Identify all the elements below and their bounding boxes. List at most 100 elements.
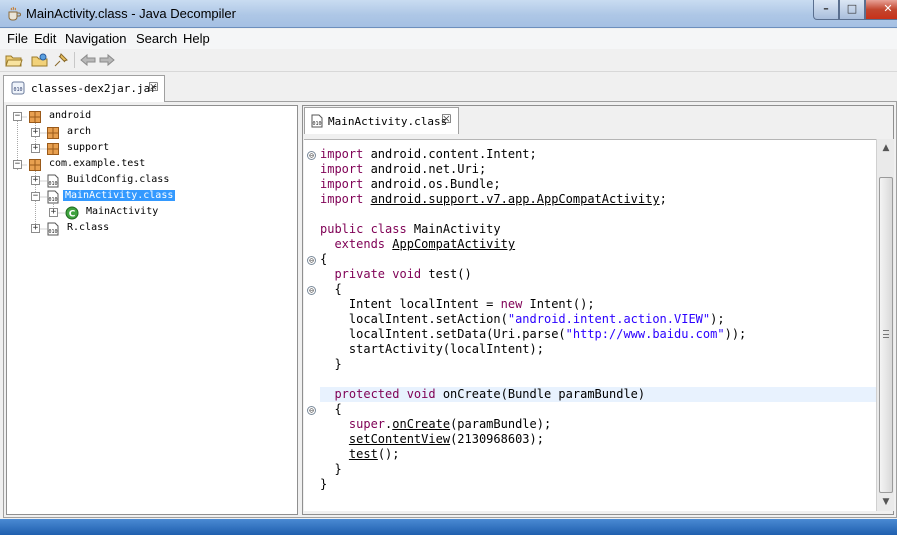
tree-node-mainactivity[interactable]: + C MainActivity (7, 205, 297, 221)
expand-toggle[interactable]: + (31, 176, 40, 185)
code-token: new (500, 297, 523, 311)
forward-arrow-icon[interactable] (98, 52, 116, 68)
close-window-button[interactable]: ✕ (865, 0, 897, 20)
fold-marker-icon[interactable]: ⊖ (307, 256, 316, 265)
collapse-toggle[interactable]: − (13, 112, 22, 121)
class-file-icon: 010 (47, 222, 59, 236)
tree-node-mainactivity-class[interactable]: − 010 MainActivity.class (7, 189, 297, 205)
scrollbar-thumb[interactable] (879, 177, 893, 493)
code-line: private void test() (320, 267, 471, 282)
code-line: public class MainActivity (320, 222, 501, 237)
svg-text:010: 010 (48, 181, 57, 187)
code-line: Intent localIntent = new Intent(); (320, 297, 595, 312)
fold-marker-icon[interactable]: ⊖ (307, 406, 316, 415)
tree-node-android[interactable]: − android (7, 109, 297, 125)
menu-edit[interactable]: Edit (34, 31, 56, 46)
code-token: "http://www.baidu.com" (565, 327, 725, 341)
menu-file[interactable]: File (7, 31, 28, 46)
code-line: import android.support.v7.app.AppCompatA… (320, 192, 667, 207)
vertical-scrollbar[interactable]: ▲ ▼ (876, 139, 894, 511)
code-token: { (320, 402, 342, 416)
tab-label: classes-dex2jar.jar (31, 82, 157, 95)
code-token: ; (659, 192, 667, 206)
code-line: localIntent.setAction("android.intent.ac… (320, 312, 725, 327)
code-token: import (320, 147, 364, 161)
pin-icon[interactable] (52, 52, 70, 68)
taskbar-strip (0, 519, 897, 535)
expand-toggle[interactable]: + (49, 208, 58, 217)
tree-node-r-class[interactable]: + 010 R.class (7, 221, 297, 237)
grip-icon (883, 330, 889, 338)
tree-label: com.example.test (49, 158, 146, 169)
svg-text:010: 010 (13, 87, 22, 93)
scroll-up-icon[interactable]: ▲ (879, 141, 893, 155)
code-token: Intent localIntent = (320, 297, 501, 311)
code-token: localIntent.setData(Uri.parse( (320, 327, 566, 341)
scroll-down-icon[interactable]: ▼ (879, 495, 893, 509)
class-icon: C (65, 206, 79, 220)
expand-toggle[interactable]: + (31, 128, 40, 137)
code-token: setContentView (348, 432, 451, 446)
window-title: MainActivity.class - Java Decompiler (26, 6, 236, 21)
code-token: extends (334, 237, 386, 251)
code-token: android.support.v7.app.AppCompatActivity (370, 192, 660, 206)
svg-text:010: 010 (48, 197, 57, 203)
expand-toggle[interactable]: + (31, 144, 40, 153)
title-bar: MainActivity.class - Java Decompiler – □… (0, 0, 897, 28)
code-token: ); (710, 312, 725, 326)
code-line: protected void onCreate(Bundle paramBund… (320, 387, 645, 402)
back-arrow-icon[interactable] (79, 52, 97, 68)
code-line: localIntent.setData(Uri.parse("http://ww… (320, 327, 746, 342)
code-token: )); (724, 327, 747, 341)
tree-label: android (49, 110, 92, 121)
tab-classes-dex2jar[interactable]: 010 classes-dex2jar.jar ☒ (3, 75, 165, 102)
tree-node-buildconfig[interactable]: + 010 BuildConfig.class (7, 173, 297, 189)
code-token: private void (334, 267, 422, 281)
expand-toggle[interactable]: + (31, 224, 40, 233)
tree-label: support (67, 142, 110, 153)
maximize-button[interactable]: □ (839, 0, 865, 20)
code-token: android.content.Intent; (363, 147, 537, 161)
open-folder-icon[interactable] (5, 52, 23, 68)
close-tab-icon[interactable]: ☒ (441, 112, 452, 126)
code-token: super (348, 417, 386, 431)
code-line: } (320, 357, 341, 372)
fold-marker-icon[interactable]: ⊖ (307, 151, 316, 160)
tree-label: MainActivity (86, 206, 159, 217)
code-token: (2130968603); (450, 432, 544, 446)
menu-search[interactable]: Search (136, 31, 177, 46)
class-file-icon: 010 (311, 114, 323, 128)
package-icon (47, 127, 59, 139)
fold-marker-icon[interactable]: ⊖ (307, 286, 316, 295)
code-line: } (320, 462, 341, 477)
menu-navigation[interactable]: Navigation (65, 31, 126, 46)
code-line: extends AppCompatActivity (320, 237, 515, 252)
tree-node-com-example-test[interactable]: − com.example.test (7, 157, 297, 173)
code-line: super.onCreate(paramBundle); (320, 417, 551, 432)
code-token: public class (320, 222, 407, 236)
code-token: android.net.Uri; (363, 162, 487, 176)
class-file-icon: 010 (47, 190, 59, 204)
minimize-button[interactable]: – (813, 0, 839, 20)
collapse-toggle[interactable]: − (13, 160, 22, 169)
toolbar-separator (74, 52, 75, 68)
code-view[interactable]: import android.content.Intent; import and… (304, 139, 876, 511)
code-line: import android.os.Bundle; (320, 177, 501, 192)
open-type-icon[interactable] (31, 52, 49, 68)
close-tab-icon[interactable]: ☒ (148, 80, 159, 94)
tab-label: MainActivity.class (328, 115, 448, 128)
toolbar (0, 49, 897, 72)
code-token: test (348, 447, 378, 461)
code-token: startActivity(localIntent); (320, 342, 544, 356)
tree-node-arch[interactable]: + arch (7, 125, 297, 141)
tree-node-support[interactable]: + support (7, 141, 297, 157)
menu-help[interactable]: Help (183, 31, 210, 46)
tab-mainactivity-class[interactable]: 010 MainActivity.class ☒ (304, 107, 459, 134)
code-token: android.os.Bundle; (363, 177, 501, 191)
collapse-toggle[interactable]: − (31, 192, 40, 201)
code-token: { (320, 252, 328, 266)
